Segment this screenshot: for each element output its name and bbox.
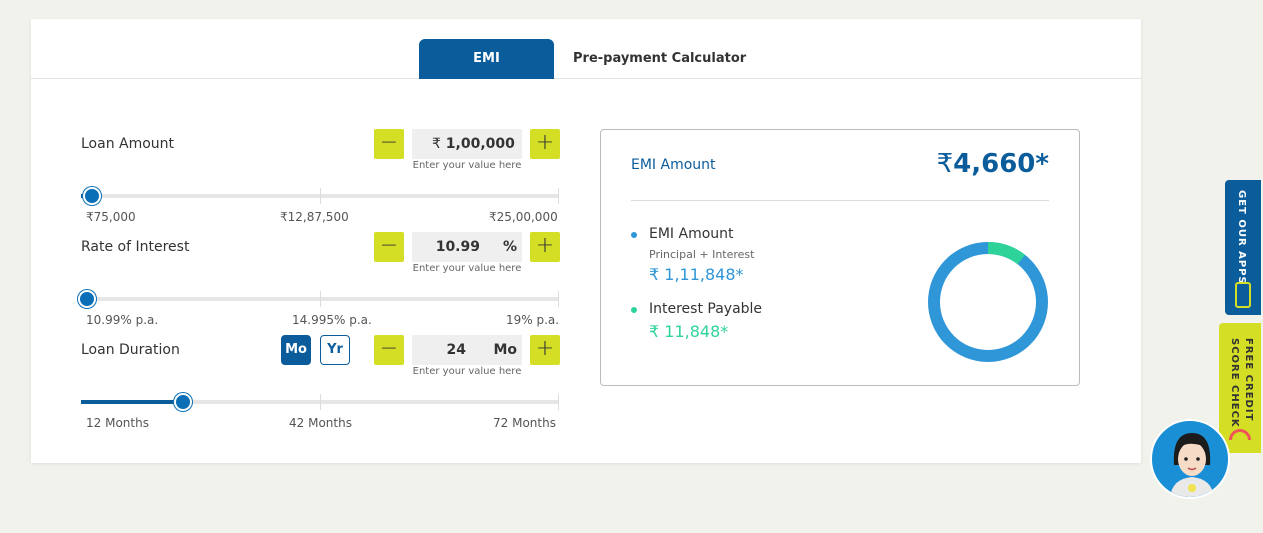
emi-legend-value: ₹ 1,11,848*: [649, 265, 744, 284]
result-divider: [631, 200, 1049, 201]
rate-hint: Enter your value here: [412, 263, 522, 274]
rate-unit: %: [502, 239, 517, 255]
loan-amount-minus-button[interactable]: −: [374, 129, 404, 159]
loan-amount-max: ₹25,00,000: [489, 210, 558, 224]
duration-mid-tick: [320, 394, 321, 410]
emi-result-value: 4,660*: [953, 149, 1049, 179]
duration-input[interactable]: 24 Mo: [412, 335, 522, 365]
loan-amount-hint: Enter your value here: [412, 160, 522, 171]
duration-slider-thumb[interactable]: [173, 393, 192, 411]
rate-min: 10.99% p.a.: [86, 313, 159, 327]
emi-result-panel: EMI Amount ₹4,660* EMI Amount Principal …: [600, 129, 1080, 386]
duration-years-toggle[interactable]: Yr: [320, 335, 350, 365]
duration-plus-button[interactable]: +: [530, 335, 560, 365]
interest-legend-title: Interest Payable: [649, 301, 763, 317]
loan-amount-slider-thumb[interactable]: [82, 187, 101, 205]
duration-min: 12 Months: [86, 416, 149, 430]
duration-max: 72 Months: [493, 416, 556, 430]
loan-amount-mid-tick: [320, 188, 321, 204]
duration-hint: Enter your value here: [412, 366, 522, 377]
loan-amount-value: 1,00,000: [445, 136, 515, 152]
assistant-character-icon: [1170, 433, 1214, 497]
tab-emi-calculator[interactable]: EMI Calculator: [419, 39, 554, 106]
loan-amount-min: ₹75,000: [86, 210, 136, 224]
loan-amount-mid: ₹12,87,500: [280, 210, 349, 224]
duration-unit: Mo: [493, 342, 517, 358]
get-our-apps-label: GET OUR APPS: [1236, 190, 1247, 285]
loan-amount-label: Loan Amount: [81, 136, 175, 152]
rate-max: 19% p.a.: [506, 313, 560, 327]
tab-bar: EMI Calculator Pre-payment Calculator: [31, 19, 1141, 106]
get-our-apps-tab[interactable]: GET OUR APPS: [1225, 180, 1261, 315]
emi-result-title: EMI Amount: [631, 157, 716, 173]
rate-slider-thumb[interactable]: [78, 290, 96, 308]
duration-end-tick: [558, 394, 559, 410]
duration-mid: 42 Months: [289, 416, 352, 430]
rate-minus-button[interactable]: −: [374, 232, 404, 262]
loan-amount-end-tick: [558, 188, 559, 204]
loan-duration-label: Loan Duration: [81, 342, 180, 358]
loan-amount-plus-button[interactable]: +: [530, 129, 560, 159]
emi-result-currency: ₹: [936, 149, 954, 179]
rupee-symbol: ₹: [432, 136, 441, 152]
emi-calculator-card: EMI Calculator Pre-payment Calculator Lo…: [31, 19, 1141, 463]
duration-minus-button[interactable]: −: [374, 335, 404, 365]
interest-legend-value: ₹ 11,848*: [649, 322, 729, 341]
emi-result-amount: ₹4,660*: [937, 149, 1049, 179]
emi-legend-subtitle: Principal + Interest: [649, 248, 755, 261]
interest-legend-dot: [631, 307, 637, 313]
rate-plus-button[interactable]: +: [530, 232, 560, 262]
emi-donut-ring: [928, 242, 1048, 362]
tab-prepayment-calculator[interactable]: Pre-payment Calculator: [554, 39, 765, 79]
emi-legend-title: EMI Amount: [649, 226, 734, 242]
emi-donut-chart: [928, 242, 1048, 362]
duration-months-toggle[interactable]: Mo: [281, 335, 311, 365]
chat-assistant-avatar[interactable]: [1150, 419, 1230, 499]
emi-legend-dot: [631, 232, 637, 238]
free-credit-score-tab[interactable]: FREE CREDIT SCORE CHECK: [1219, 323, 1261, 453]
rate-input[interactable]: 10.99 %: [412, 232, 522, 262]
rate-of-interest-label: Rate of Interest: [81, 239, 190, 255]
duration-slider-fill: [81, 400, 177, 404]
duration-value: 24: [446, 342, 466, 358]
phone-icon: [1235, 282, 1251, 308]
rate-mid: 14.995% p.a.: [292, 313, 372, 327]
loan-amount-input[interactable]: ₹ 1,00,000: [412, 129, 522, 159]
rate-value: 10.99: [435, 239, 480, 255]
rate-end-tick: [558, 291, 559, 307]
rate-mid-tick: [320, 291, 321, 307]
